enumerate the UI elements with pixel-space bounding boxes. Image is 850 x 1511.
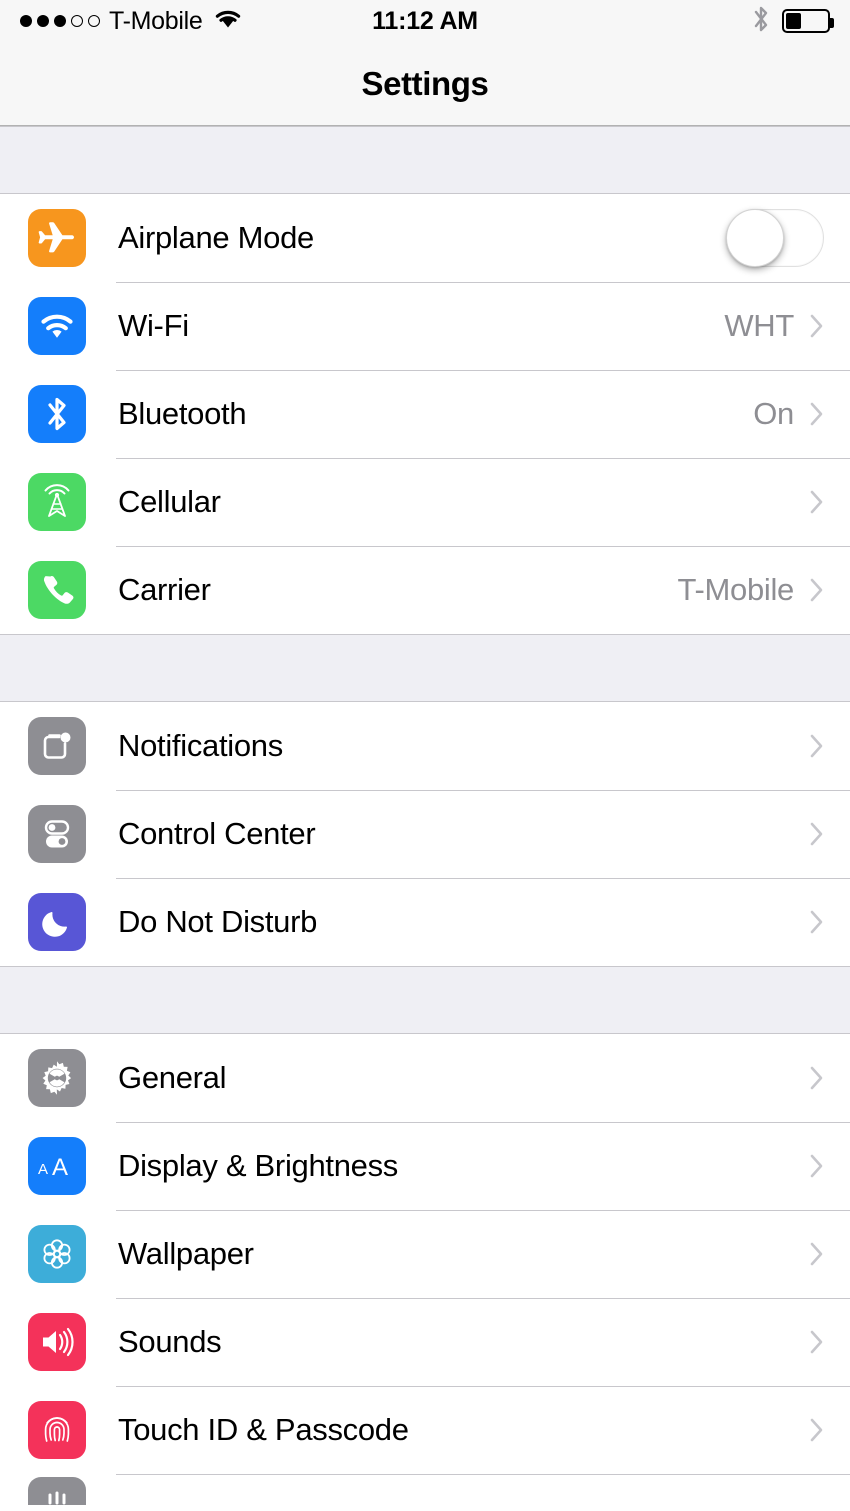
battery-icon [782,9,834,33]
settings-row-accessory [794,1418,824,1442]
settings-row-accessory [794,1066,824,1090]
chevron-right-icon [810,402,824,426]
wifi-icon [28,297,86,355]
settings-row-sounds[interactable]: Sounds [0,1298,850,1386]
settings-row-bluetooth[interactable]: Bluetooth On [0,370,850,458]
settings-group-system: General A A Display & Brightness Wallpap… [0,1034,850,1505]
settings-row-label: Carrier [118,572,211,607]
svg-text:A: A [52,1154,68,1181]
display-brightness-icon: A A [28,1137,86,1195]
chevron-right-icon [810,1242,824,1266]
settings-row-label: Wallpaper [118,1236,254,1271]
settings-row-touch-id-passcode[interactable]: Touch ID & Passcode [0,1386,850,1474]
status-bar-right [752,4,834,39]
touch-id-icon [28,1401,86,1459]
chevron-right-icon [810,1154,824,1178]
bluetooth-icon [28,385,86,443]
settings-row-label: Do Not Disturb [118,904,318,939]
settings-row-wifi[interactable]: Wi-Fi WHT [0,282,850,370]
section-gap-top [0,126,850,194]
settings-row-label: Bluetooth [118,396,247,431]
chevron-right-icon [810,578,824,602]
settings-row-airplane-mode[interactable]: Airplane Mode [0,194,850,282]
chevron-right-icon [810,314,824,338]
settings-row-label: General [118,1060,227,1095]
settings-row-accessory [794,1154,824,1178]
settings-screen: T-Mobile 11:12 AM Settings Airplane Mode… [0,0,850,1511]
chevron-right-icon [810,1418,824,1442]
chevron-right-icon [810,1066,824,1090]
settings-row-cellular[interactable]: Cellular [0,458,850,546]
status-time: 11:12 AM [372,6,478,35]
settings-row-general[interactable]: General [0,1034,850,1122]
bluetooth-icon [752,4,770,39]
settings-row-value: WHT [724,308,794,343]
settings-row-accessory [794,910,824,934]
carrier-icon [28,561,86,619]
chevron-right-icon [810,910,824,934]
settings-row-label: Display & Brightness [118,1148,399,1183]
chevron-right-icon [810,734,824,758]
settings-row-accessory [794,1330,824,1354]
settings-row-accessory [794,734,824,758]
settings-row-display-brightness[interactable]: A A Display & Brightness [0,1122,850,1210]
settings-row-label: Touch ID & Passcode [118,1412,409,1447]
settings-row-accessory [794,1242,824,1266]
settings-row-partial-below[interactable] [0,1474,850,1505]
settings-row-wallpaper[interactable]: Wallpaper [0,1210,850,1298]
settings-row-carrier[interactable]: Carrier T-Mobile [0,546,850,634]
notifications-icon [28,717,86,775]
settings-row-control-center[interactable]: Control Center [0,790,850,878]
settings-row-notifications[interactable]: Notifications [0,702,850,790]
settings-row-value: On [753,396,794,431]
settings-row-accessory: WHT [724,308,824,344]
partial-icon [28,1477,86,1505]
wallpaper-icon [28,1225,86,1283]
settings-row-accessory [794,822,824,846]
settings-row-label: Sounds [118,1324,222,1359]
settings-row-accessory [794,490,824,514]
toggle-knob [726,209,784,267]
chevron-right-icon [810,490,824,514]
status-bar: T-Mobile 11:12 AM [0,0,850,42]
navigation-bar: Settings [0,42,850,126]
chevron-right-icon [810,1330,824,1354]
section-gap-2 [0,966,850,1034]
settings-row-do-not-disturb[interactable]: Do Not Disturb [0,878,850,966]
airplane-icon [28,209,86,267]
page-title: Settings [361,64,489,102]
svg-text:A: A [38,1161,48,1178]
settings-row-label: Cellular [118,484,221,519]
settings-row-accessory: T-Mobile [678,572,824,608]
airplane-mode-toggle[interactable] [726,209,824,267]
settings-row-label: Control Center [118,816,316,851]
settings-row-label: Airplane Mode [118,220,314,255]
settings-row-value: T-Mobile [677,572,795,607]
settings-row-accessory: On [753,396,824,432]
sounds-icon [28,1313,86,1371]
settings-group-connectivity: Airplane Mode Wi-Fi WHT Bluetooth On Cel… [0,194,850,634]
settings-row-accessory [726,209,824,267]
general-icon [28,1049,86,1107]
cellular-icon [28,473,86,531]
control-center-icon [28,805,86,863]
chevron-right-icon [810,822,824,846]
settings-row-label: Wi-Fi [118,308,189,343]
settings-row-label: Notifications [118,728,283,763]
settings-group-alerts: Notifications Control Center Do Not Dist… [0,702,850,966]
do-not-disturb-icon [28,893,86,951]
section-gap-1 [0,634,850,702]
